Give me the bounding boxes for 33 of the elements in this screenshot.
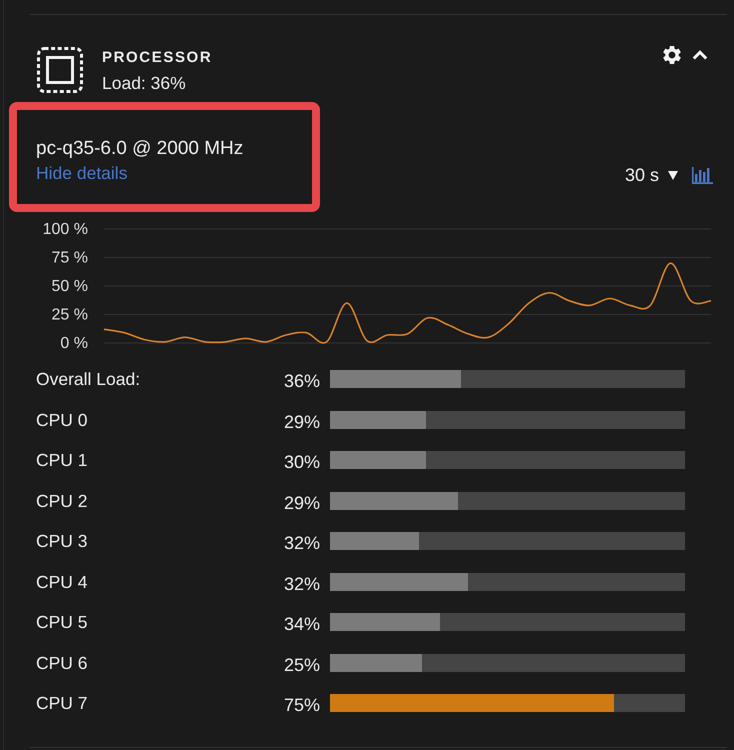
cpu-label: Overall Load:	[36, 368, 140, 390]
processor-model: pc-q35-6.0 @ 2000 MHz	[36, 137, 244, 161]
y-axis-label: 100 %	[42, 221, 88, 238]
cpu-label: CPU 6	[36, 652, 88, 674]
settings-icon[interactable]	[663, 46, 681, 64]
cpu-label: CPU 3	[36, 530, 88, 552]
cpu-load-reading: 30%	[284, 451, 320, 474]
y-axis-label: 0 %	[60, 335, 88, 352]
cpu-load-reading: 34%	[284, 613, 320, 636]
chevron-up-icon[interactable]	[692, 50, 708, 60]
cpu-load-reading: 32%	[284, 532, 320, 554]
cpu-label: CPU 1	[36, 449, 88, 472]
cpu-load-reading: 36%	[284, 370, 320, 392]
time-range-dropdown[interactable]: 30 s	[624, 163, 678, 187]
y-axis-label: 25 %	[52, 306, 88, 324]
panel-title: PROCESSOR	[102, 48, 212, 68]
cpu-load-reading: 25%	[284, 654, 320, 676]
cpu-label: CPU 0	[36, 408, 88, 431]
cpu-label: CPU 2	[36, 490, 88, 512]
cpu-load-reading: 75%	[284, 694, 320, 716]
cpu-label: CPU 4	[36, 570, 88, 593]
hide-details-link[interactable]: Hide details	[36, 161, 128, 185]
cpu-load-reading: 29%	[284, 492, 320, 514]
cpu-load-reading: 29%	[284, 410, 320, 433]
cpu-label: CPU 5	[36, 611, 88, 634]
cpu-load-reading: 32%	[284, 572, 320, 595]
y-axis-label: 50 %	[52, 278, 88, 295]
bar-chart-icon[interactable]	[692, 166, 713, 184]
caret-icon	[668, 170, 678, 180]
cpu-label: CPU 7	[36, 692, 88, 714]
processor-chip-icon	[37, 47, 83, 93]
y-axis-label: 75 %	[52, 250, 88, 266]
load-summary: Load: 36%	[102, 72, 186, 95]
